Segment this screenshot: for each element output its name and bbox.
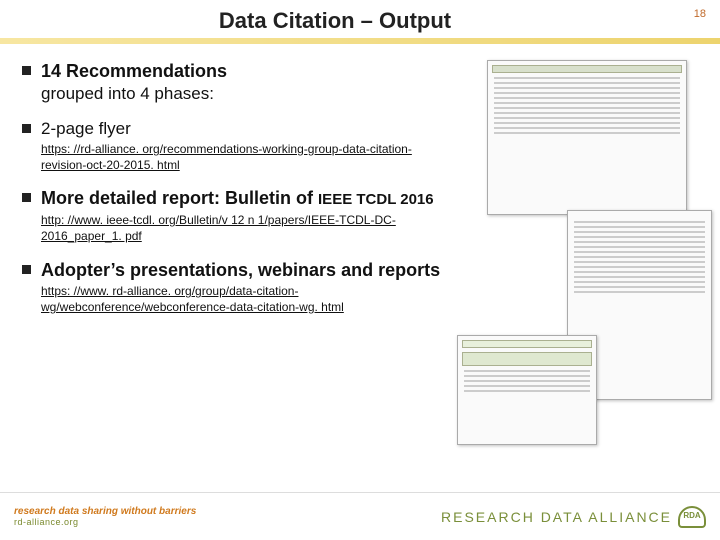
bullet-recommendations: 14 Recommendations grouped into 4 phases…: [22, 60, 442, 104]
content-area: 14 Recommendations grouped into 4 phases…: [22, 60, 442, 329]
bullet-square-icon: [22, 124, 31, 133]
bullet-square-icon: [22, 66, 31, 75]
adopters-link[interactable]: https: //www. rd-alliance. org/group/dat…: [41, 283, 442, 315]
bullet-text: Adopter’s presentations, webinars and re…: [41, 259, 440, 282]
report-text-a: More detailed report: Bulletin of: [41, 188, 318, 208]
footer-url: rd-alliance.org: [14, 517, 196, 527]
page-number: 18: [694, 8, 706, 20]
footer-tagline: research data sharing without barriers: [14, 506, 196, 517]
bullet-flyer: 2-page flyer https: //rd-alliance. org/r…: [22, 118, 442, 174]
report-link[interactable]: http: //www. ieee-tcdl. org/Bulletin/v 1…: [41, 212, 442, 244]
bullet-text: More detailed report: Bulletin of IEEE T…: [41, 187, 434, 210]
doc-thumbnail: [457, 335, 597, 445]
footer-right: RESEARCH DATA ALLIANCE: [441, 506, 706, 528]
footer-left: research data sharing without barriers r…: [14, 506, 196, 527]
bullet-report: More detailed report: Bulletin of IEEE T…: [22, 187, 442, 244]
slide-title: Data Citation – Output: [0, 8, 670, 34]
bullet-adopters: Adopter’s presentations, webinars and re…: [22, 259, 442, 316]
bullet-square-icon: [22, 193, 31, 202]
rda-logo-icon: [678, 506, 706, 528]
footer-org-name: RESEARCH DATA ALLIANCE: [441, 509, 672, 525]
bullet-square-icon: [22, 265, 31, 274]
bullet-head: 14 Recommendations: [41, 60, 227, 83]
bullet-subtext: grouped into 4 phases:: [41, 83, 442, 104]
report-text-b: IEEE TCDL 2016: [318, 191, 434, 208]
footer: research data sharing without barriers r…: [0, 492, 720, 540]
doc-thumbnail: [487, 60, 687, 215]
bullet-text: 2-page flyer: [41, 118, 131, 139]
thumbnail-stack: [457, 60, 712, 460]
header-accent-band: [0, 38, 720, 44]
flyer-link[interactable]: https: //rd-alliance. org/recommendation…: [41, 141, 442, 173]
